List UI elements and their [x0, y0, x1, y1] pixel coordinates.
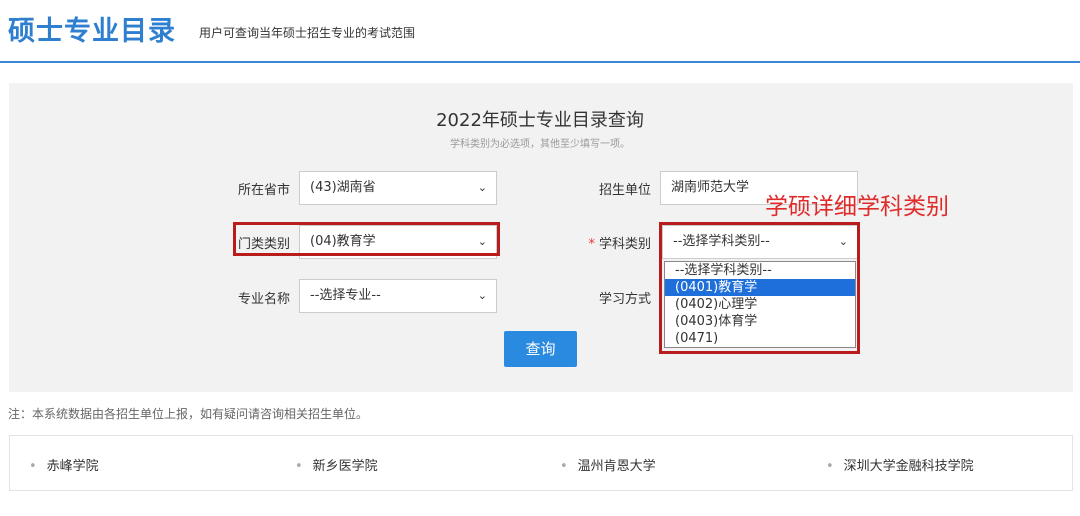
subject-label-text: 学科类别: [598, 237, 651, 252]
list-item[interactable]: • 温州肯恩大学: [560, 455, 656, 474]
required-mark: *: [588, 237, 595, 252]
province-select[interactable]: (43)湖南省 ⌄: [299, 171, 497, 205]
page-title: 硕士专业目录: [8, 16, 176, 47]
province-label: 所在省市: [237, 183, 290, 198]
page-header: 硕士专业目录 用户可查询当年硕士招生专业的考试范围: [0, 0, 1080, 63]
footnote: 注：本系统数据由各招生单位上报，如有疑问请咨询相关招生单位。: [8, 407, 369, 421]
search-panel-title: 2022年硕士专业目录查询: [436, 110, 644, 131]
list-item[interactable]: • 深圳大学金融科技学院: [826, 455, 974, 474]
major-select[interactable]: --选择专业-- ⌄: [299, 279, 497, 313]
university-link[interactable]: 温州肯恩大学: [578, 459, 656, 474]
search-panel-hint: 学科类别为必选项，其他至少填写一项。: [450, 139, 630, 150]
page-subtitle: 用户可查询当年硕士招生专业的考试范围: [199, 26, 416, 40]
chevron-down-icon: ⌄: [477, 289, 487, 302]
category-highlight-box: [233, 222, 500, 256]
major-select-value: --选择专业--: [310, 288, 381, 303]
list-item[interactable]: • 赤峰学院: [29, 455, 99, 474]
study-mode-label: 学习方式: [598, 292, 651, 307]
bullet-icon: •: [295, 459, 303, 474]
major-label: 专业名称: [237, 292, 290, 307]
university-link[interactable]: 深圳大学金融科技学院: [844, 459, 974, 474]
annotation-text: 学硕详细学科类别: [765, 194, 949, 220]
unit-label: 招生单位: [598, 183, 651, 198]
unit-input-value: 湖南师范大学: [671, 180, 750, 195]
university-link[interactable]: 赤峰学院: [47, 459, 99, 474]
bullet-icon: •: [29, 459, 37, 474]
bullet-icon: •: [560, 459, 568, 474]
chevron-down-icon: ⌄: [477, 181, 487, 194]
bullet-icon: •: [826, 459, 834, 474]
subject-label: * 学科类别: [561, 233, 651, 252]
subject-highlight-box: [659, 222, 860, 354]
query-button[interactable]: 查询: [504, 331, 577, 367]
university-link[interactable]: 新乡医学院: [313, 459, 378, 474]
province-select-value: (43)湖南省: [310, 180, 376, 195]
list-item[interactable]: • 新乡医学院: [295, 455, 378, 474]
